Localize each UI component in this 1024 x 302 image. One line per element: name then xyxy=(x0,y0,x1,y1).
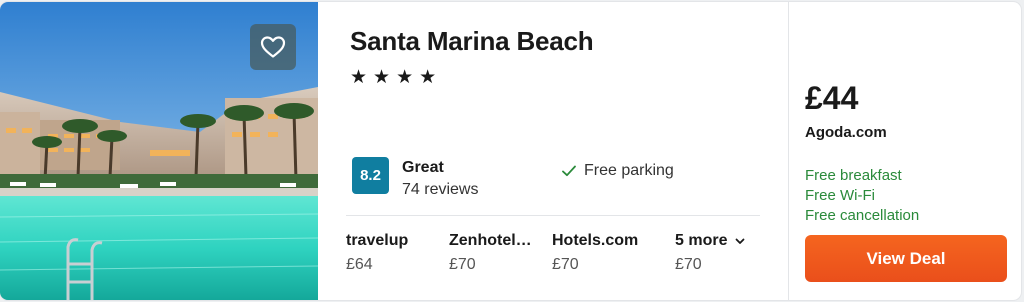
provider-zenhotels[interactable]: Zenhotel… £70 xyxy=(449,232,549,274)
perk-free-cancellation: Free cancellation xyxy=(805,207,920,224)
provider-name: Hotels.com xyxy=(552,232,639,249)
heart-icon xyxy=(260,36,286,58)
rating-label: Great xyxy=(402,159,444,176)
more-providers-label: 5 more xyxy=(675,232,728,249)
amenity-free-parking: Free parking xyxy=(562,162,674,180)
star-icon: ★ xyxy=(373,67,391,88)
perk-free-wifi: Free Wi-Fi xyxy=(805,187,875,204)
provider-price: £64 xyxy=(346,256,373,273)
view-deal-button[interactable]: View Deal xyxy=(805,235,1007,282)
provider-price: £70 xyxy=(449,256,476,273)
provider-name: travelup xyxy=(346,232,409,249)
favorite-button[interactable] xyxy=(250,24,296,70)
divider xyxy=(346,215,760,216)
hotel-photo[interactable] xyxy=(0,2,318,300)
star-icon: ★ xyxy=(396,67,414,88)
provider-hotels-com[interactable]: Hotels.com £70 xyxy=(552,232,652,274)
more-providers-dropdown[interactable]: 5 more £70 xyxy=(675,232,765,274)
provider-price: £70 xyxy=(552,256,579,273)
deal-site: Agoda.com xyxy=(805,124,887,141)
review-count[interactable]: 74 reviews xyxy=(402,181,478,199)
star-icon: ★ xyxy=(419,67,437,88)
review-score-badge: 8.2 xyxy=(352,157,389,194)
star-rating: ★ ★ ★ ★ xyxy=(350,68,436,87)
chevron-down-icon xyxy=(736,238,745,244)
provider-name: Zenhotel… xyxy=(449,232,532,249)
deal-perks: Free breakfast Free Wi-Fi Free cancellat… xyxy=(805,166,919,226)
hotel-name[interactable]: Santa Marina Beach xyxy=(350,26,594,57)
perk-free-breakfast: Free breakfast xyxy=(805,167,902,184)
star-icon: ★ xyxy=(350,67,368,88)
checkmark-icon xyxy=(562,165,576,177)
provider-travelup[interactable]: travelup £64 xyxy=(346,232,446,274)
more-providers-price: £70 xyxy=(675,256,702,273)
best-deal-panel: £44 Agoda.com Free breakfast Free Wi-Fi … xyxy=(789,2,1021,300)
hotel-info: Santa Marina Beach ★ ★ ★ ★ 8.2 Great 74 rev… xyxy=(318,2,788,300)
hotel-card: Santa Marina Beach ★ ★ ★ ★ 8.2 Great 74 rev… xyxy=(0,2,1021,300)
deal-price: £44 xyxy=(805,80,859,116)
amenity-label: Free parking xyxy=(584,162,674,179)
